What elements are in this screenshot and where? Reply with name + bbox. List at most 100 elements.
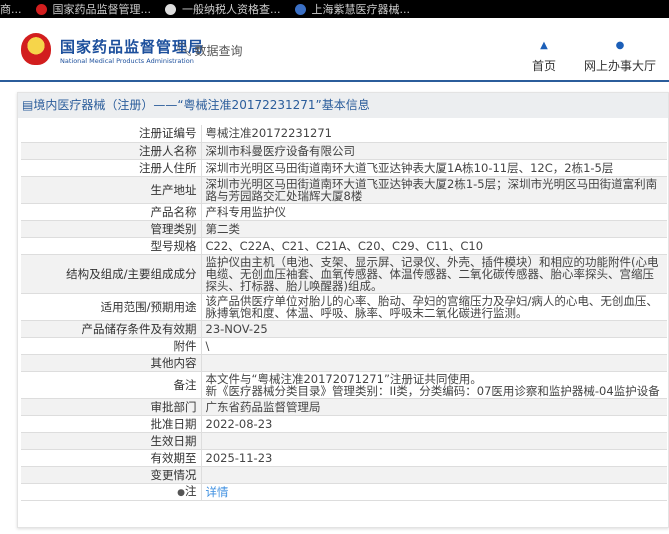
- table-row: 型号规格 C22、C22A、C21、C21A、C20、C29、C11、C10: [21, 237, 667, 255]
- value-text: 23-NOV-25: [205, 321, 268, 336]
- row-value: 监护仪由主机（电池、支架、显示屏、记录仪、外壳、插件模块）和相应的功能附件(心电…: [201, 254, 667, 294]
- row-value: 产科专用监护仪: [201, 203, 667, 221]
- table-row: 注册人住所 深圳市光明区马田街道南环大道飞亚达钟表大厦1A栋10-11层、12C，…: [21, 159, 667, 177]
- row-label: 附件: [21, 337, 202, 355]
- value-text: 产科专用监护仪: [205, 204, 287, 219]
- value-text: 深圳市光明区马田街道南环大道飞亚达钟表大厦2栋1-5层；深圳市光明区马田街道富利…: [205, 176, 658, 203]
- row-label: 产品名称: [21, 203, 202, 221]
- value-text: 广东省药品监督管理局: [205, 399, 321, 414]
- bookmark[interactable]: 一般纳税人资格查...: [165, 1, 281, 17]
- value-text: 该产品供医疗单位对胎儿的心率、胎动、孕妇的宫缩压力及孕妇/病人的心电、无创血压、…: [205, 293, 658, 320]
- row-value: \: [201, 337, 667, 355]
- row-label: 批准日期: [21, 415, 202, 433]
- table-row: 生产地址 深圳市光明区马田街道南环大道飞亚达钟表大厦2栋1-5层；深圳市光明区马田…: [21, 176, 667, 204]
- row-label: 审批部门: [21, 398, 202, 416]
- row-value: 广东省药品监督管理局: [201, 398, 667, 416]
- row-label: 生效日期: [21, 432, 202, 450]
- user-icon: ●: [615, 40, 625, 51]
- table-row: 产品名称 产科专用监护仪: [21, 203, 667, 221]
- globe-icon: [165, 3, 176, 15]
- row-value: [201, 466, 667, 484]
- home-icon: ▲: [540, 40, 548, 51]
- row-value: [201, 354, 667, 372]
- row-label: 变更情况: [21, 466, 202, 484]
- table-row: 产品储存条件及有效期 23-NOV-25: [21, 320, 667, 338]
- row-value: 2022-08-23: [201, 415, 667, 433]
- nav-label: 网上办事大厅: [584, 59, 657, 73]
- site-header: 国家药品监督管理局 National Medical Products Admi…: [0, 18, 669, 82]
- table-row: 生效日期: [21, 432, 667, 450]
- table-row: 附件 \: [21, 337, 667, 355]
- bookmark-label: 国家药品监督管理...: [52, 3, 152, 16]
- site-icon: [294, 3, 306, 15]
- row-value: 该产品供医疗单位对胎儿的心率、胎动、孕妇的宫缩压力及孕妇/病人的心电、无创血压、…: [201, 293, 667, 321]
- row-value: 粤械注准20172231271: [201, 125, 667, 143]
- row-label: 产品储存条件及有效期: [21, 320, 202, 338]
- bookmark[interactable]: 上海紫慧医疗器械...: [294, 1, 411, 17]
- search-document-icon: 🔍︎: [176, 43, 193, 58]
- value-text: \: [205, 338, 210, 353]
- row-value: 本文件与“粤械注准20172071271”注册证共同使用。 新《医疗器械分类目录》…: [201, 371, 667, 399]
- table-row: 批准日期 2022-08-23: [21, 415, 667, 433]
- table-row: 有效期至 2025-11-23: [21, 449, 667, 467]
- bookmark-label: 上海紫慧医疗器械...: [311, 3, 411, 16]
- emblem-icon: [35, 3, 47, 15]
- row-value: 详情: [201, 483, 667, 501]
- row-label: ●注: [21, 483, 202, 501]
- nav-online-hall[interactable]: ● 网上办事大厅: [584, 40, 656, 74]
- detail-panel: ▤境内医疗器械（注册）——“粤械注准20172231271”基本信息 注册证编号…: [17, 92, 669, 528]
- row-label: 备注: [21, 371, 202, 399]
- value-text: C22、C22A、C21、C21A、C20、C29、C11、C10: [205, 238, 484, 253]
- table-row: 变更情况: [21, 466, 667, 484]
- row-value: 2025-11-23: [201, 449, 667, 467]
- row-value: C22、C22A、C21、C21A、C20、C29、C11、C10: [201, 237, 667, 255]
- value-text: 监护仪由主机（电池、支架、显示屏、记录仪、外壳、插件模块）和相应的功能附件(心电…: [205, 254, 659, 293]
- logo-subtitle: National Medical Products Administration: [60, 57, 194, 65]
- table-row: 适用范围/预期用途 该产品供医疗单位对胎儿的心率、胎动、孕妇的宫缩压力及孕妇/病人…: [21, 293, 667, 321]
- value-text: 第二类: [205, 221, 241, 236]
- row-value: 23-NOV-25: [201, 320, 667, 338]
- row-label: 注册人住所: [21, 159, 202, 177]
- value-text: 新《医疗器械分类目录》管理类别：II类，分类编码：07医用诊察和监护器械-04监…: [205, 383, 660, 398]
- table-row: 备注 本文件与“粤械注准20172071271”注册证共同使用。 新《医疗器械分类目…: [21, 371, 667, 399]
- table-row: ●注 详情: [21, 483, 667, 501]
- value-text: 深圳市光明区马田街道南环大道飞亚达钟表大厦1A栋10-11层、12C，2栋1-5…: [205, 160, 614, 175]
- table-row: 审批部门 广东省药品监督管理局: [21, 398, 667, 416]
- row-label-text: 注: [185, 483, 197, 498]
- row-label: 适用范围/预期用途: [21, 293, 202, 321]
- row-value: 第二类: [201, 220, 667, 238]
- row-label: 注册人名称: [21, 142, 202, 160]
- nav-label: 首页: [532, 59, 557, 73]
- pin-icon: ●: [177, 487, 185, 498]
- value-text: 2025-11-23: [205, 450, 273, 465]
- row-value: 深圳市光明区马田街道南环大道飞亚达钟表大厦2栋1-5层；深圳市光明区马田街道富利…: [201, 176, 667, 204]
- table-row: 其他内容: [21, 354, 667, 372]
- bookmark[interactable]: 商...: [0, 1, 22, 17]
- panel-title-text: 境内医疗器械（注册）——“粤械注准20172231271”基本信息: [33, 98, 370, 112]
- row-label: 生产地址: [21, 176, 202, 204]
- row-label: 有效期至: [21, 449, 202, 467]
- nav-home[interactable]: ▲ 首页: [532, 40, 556, 74]
- row-value: 深圳市科曼医疗设备有限公司: [201, 142, 667, 160]
- row-label: 管理类别: [21, 220, 202, 238]
- row-label: 其他内容: [21, 354, 202, 372]
- row-value: 深圳市光明区马田街道南环大道飞亚达钟表大厦1A栋10-11层、12C，2栋1-5…: [201, 159, 667, 177]
- table-row: 结构及组成/主要组成成分 监护仪由主机（电池、支架、显示屏、记录仪、外壳、插件模块…: [21, 254, 667, 294]
- value-text: 深圳市科曼医疗设备有限公司: [205, 143, 356, 158]
- national-emblem-icon: [21, 33, 51, 65]
- bookmark-label: 商...: [0, 3, 22, 16]
- value-text: 粤械注准20172231271: [205, 126, 332, 141]
- value-text: 2022-08-23: [205, 416, 273, 431]
- data-query-label: 数据查询: [194, 44, 243, 58]
- details-link[interactable]: 详情: [206, 485, 229, 499]
- row-value: [201, 432, 667, 450]
- row-label: 注册证编号: [21, 125, 202, 143]
- document-icon: ▤: [22, 98, 34, 112]
- row-label: 结构及组成/主要组成成分: [21, 254, 202, 294]
- table-row: 注册证编号 粤械注准20172231271: [21, 125, 667, 143]
- table-row: 管理类别 第二类: [21, 220, 667, 238]
- bookmark[interactable]: 国家药品监督管理...: [35, 1, 152, 17]
- panel-title: ▤境内医疗器械（注册）——“粤械注准20172231271”基本信息: [18, 93, 668, 118]
- data-query-link[interactable]: 🔍︎ 数据查询: [176, 42, 243, 59]
- table-row: 注册人名称 深圳市科曼医疗设备有限公司: [21, 142, 667, 160]
